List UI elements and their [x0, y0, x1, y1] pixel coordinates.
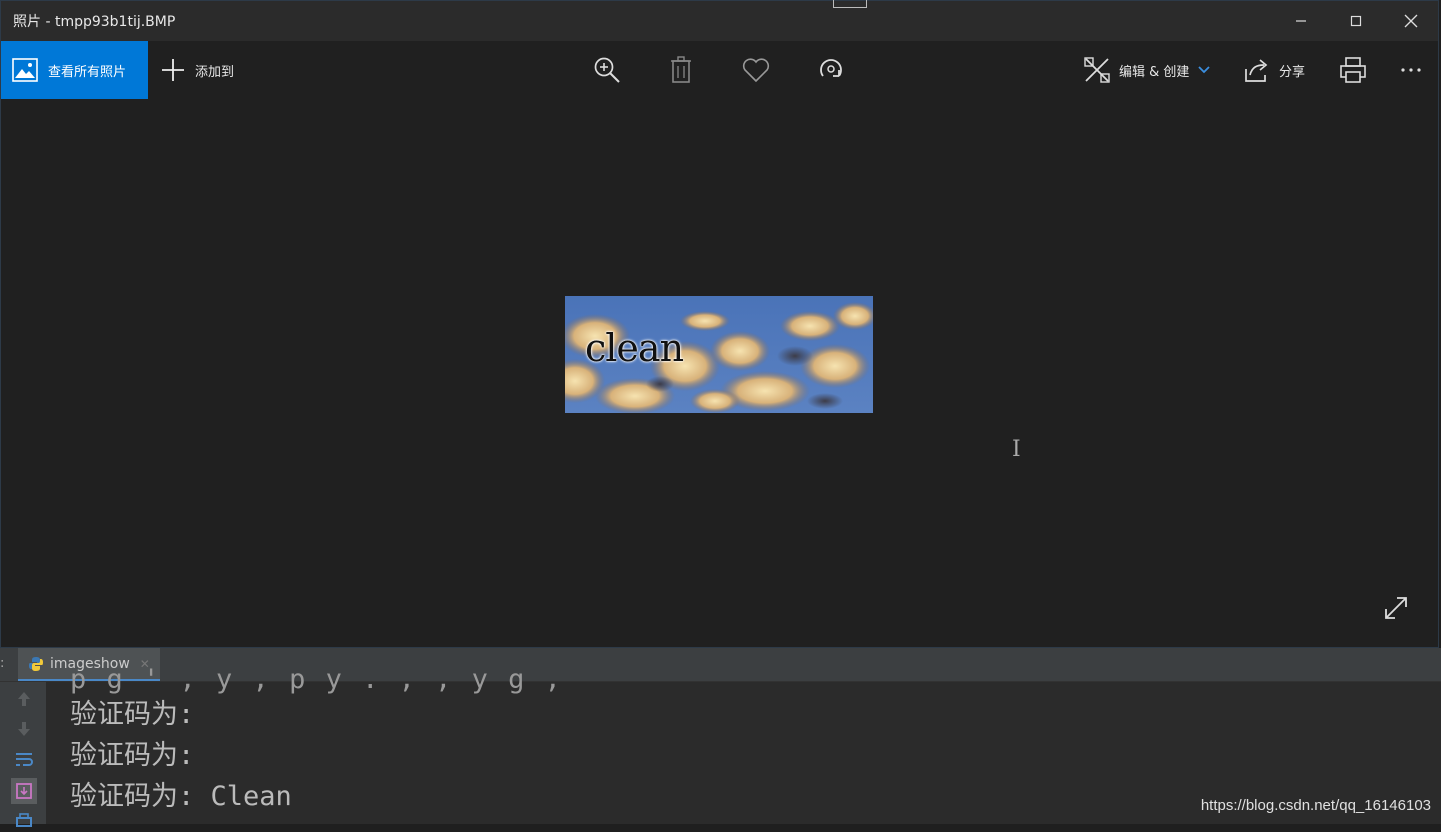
soft-wrap-button[interactable] — [12, 748, 36, 770]
edit-create-label: 编辑 & 创建 — [1119, 64, 1190, 80]
add-to-label: 添加到 — [195, 64, 235, 80]
rotate-button[interactable] — [816, 55, 846, 85]
print-console-button[interactable] — [12, 810, 36, 832]
minimize-icon — [1295, 20, 1306, 22]
heart-icon — [742, 58, 770, 83]
image-viewer-canvas[interactable]: clean I — [1, 99, 1438, 647]
fullscreen-button[interactable] — [1381, 593, 1411, 623]
captcha-text: clean — [585, 326, 684, 370]
arrow-down-icon — [18, 722, 30, 736]
gallery-icon — [12, 58, 38, 82]
delete-button[interactable] — [666, 55, 696, 85]
rotate-icon — [820, 59, 842, 77]
maximize-icon — [1350, 15, 1361, 27]
view-all-photos-button[interactable]: 查看所有照片 — [1, 41, 148, 99]
maximize-button[interactable] — [1328, 1, 1383, 41]
printer-icon — [1340, 57, 1366, 83]
zoom-in-button[interactable] — [592, 55, 622, 85]
share-label: 分享 — [1279, 64, 1306, 80]
share-button[interactable]: 分享 — [1243, 41, 1305, 99]
scroll-to-end-button[interactable] — [11, 778, 37, 804]
chevron-down-icon — [1198, 66, 1211, 74]
trash-icon — [671, 56, 691, 83]
python-icon — [29, 656, 43, 671]
ide-run-panel: : imageshow ✕ p g ' , y , p y . , , y g … — [0, 648, 1441, 827]
console-line: 验证码为: — [70, 699, 195, 730]
window-controls — [1273, 1, 1438, 41]
more-options-button[interactable] — [1396, 55, 1426, 85]
title-bar[interactable]: 照片 - tmpp93b1tij.BMP — [1, 0, 1438, 41]
wrap-icon — [16, 753, 33, 766]
favorite-button[interactable] — [741, 55, 771, 85]
scroll-down-button[interactable] — [12, 718, 36, 740]
text-cursor-icon: I — [1012, 437, 1021, 462]
print-button[interactable] — [1338, 55, 1368, 85]
view-all-photos-label: 查看所有照片 — [48, 64, 127, 80]
print-icon — [16, 813, 32, 827]
console-line: 验证码为: — [70, 740, 195, 771]
run-toolbar — [0, 682, 46, 827]
window-title: 照片 - tmpp93b1tij.BMP — [13, 14, 176, 30]
snap-handle[interactable] — [833, 0, 867, 8]
close-button[interactable] — [1383, 1, 1438, 41]
close-icon — [1404, 14, 1417, 28]
edit-create-button[interactable]: 编辑 & 创建 — [1083, 41, 1211, 99]
watermark: https://blog.csdn.net/qq_16146103 — [1200, 797, 1431, 814]
run-tabs-prefix: : — [0, 656, 5, 671]
zoom-in-icon — [594, 57, 620, 83]
captcha-image: clean — [565, 296, 873, 413]
edit-create-icon — [1084, 57, 1110, 83]
add-to-button[interactable]: 添加到 — [161, 41, 234, 99]
console-line: 验证码为: Clean — [70, 781, 292, 812]
photos-window: 照片 - tmpp93b1tij.BMP 查看所有照片 添加到 编辑 & 创建 … — [0, 0, 1439, 648]
minimize-button[interactable] — [1273, 1, 1328, 41]
arrow-up-icon — [18, 692, 30, 706]
scroll-end-icon — [16, 783, 32, 799]
share-icon — [1245, 59, 1268, 82]
expand-icon — [1385, 597, 1407, 619]
photos-toolbar: 查看所有照片 添加到 编辑 & 创建 分享 — [1, 41, 1438, 99]
plus-icon — [162, 59, 184, 81]
scroll-up-button[interactable] — [12, 688, 36, 710]
more-dots-icon — [1401, 68, 1421, 72]
console-partial-line: p g ' , y , p y . , , y g , — [70, 664, 563, 695]
